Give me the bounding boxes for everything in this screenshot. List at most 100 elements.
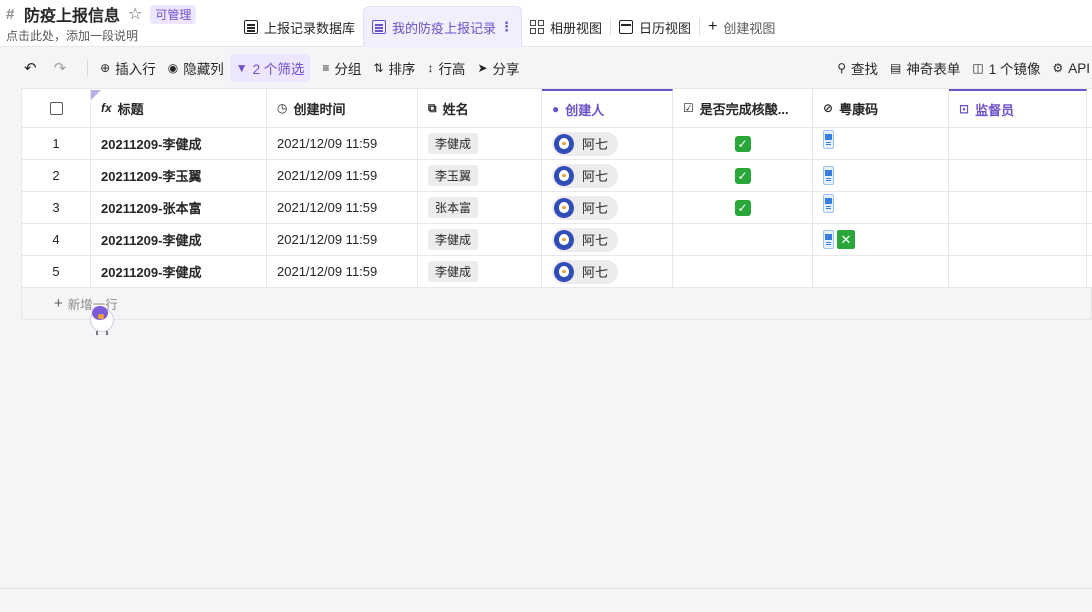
table-row[interactable]: 4 20211209-李健成 2021/12/09 11:59 李健成 阿七 ✕ [21, 224, 1092, 256]
check-icon[interactable]: ✓ [734, 167, 751, 184]
table-row[interactable]: 3 20211209-张本富 2021/12/09 11:59 张本富 阿七 ✓ [21, 192, 1092, 224]
sort-button[interactable]: ⇅ 排序 [367, 54, 421, 82]
creator-cell[interactable]: 阿七 [542, 256, 673, 287]
tab-calendar[interactable]: 日历视图 [611, 9, 699, 45]
hide-columns-button[interactable]: ◉ 隐藏列 [162, 54, 230, 82]
supervisor-cell[interactable] [949, 128, 1087, 159]
supervisor-cell[interactable] [949, 256, 1087, 287]
image-thumbnail-icon[interactable] [823, 230, 834, 249]
user-chip[interactable]: 阿七 [552, 163, 619, 188]
name-cell[interactable]: 李健成 [418, 256, 542, 287]
title-cell[interactable]: 20211209-李健成 [91, 256, 267, 287]
supervisor-cell[interactable] [949, 192, 1087, 223]
supervisor-cell[interactable] [949, 224, 1087, 255]
description-text[interactable]: 点击此处，添加一段说明 [6, 27, 196, 44]
table-row[interactable]: 2 20211209-李玉翼 2021/12/09 11:59 李玉翼 阿七 ✓ [21, 160, 1092, 192]
tab-create-view[interactable]: + 创建视图 [700, 9, 783, 45]
name-cell[interactable]: 李玉翼 [418, 160, 542, 191]
done-cell[interactable] [673, 224, 813, 255]
name-cell[interactable]: 张本富 [418, 192, 542, 223]
find-button[interactable]: ⚲ 查找 [831, 54, 884, 82]
mirror-button[interactable]: ◫ 1 个镜像 [966, 54, 1046, 82]
calendar-icon [619, 20, 634, 34]
tab-my-records[interactable]: 我的防疫上报记录 ⋮ [363, 6, 523, 47]
done-cell[interactable]: ✓ [673, 192, 813, 223]
attachment-cell[interactable] [813, 256, 949, 287]
plus-icon: + [708, 18, 718, 35]
done-cell[interactable]: ✓ [673, 160, 813, 191]
avatar [554, 133, 574, 154]
creator-cell[interactable]: 阿七 [542, 192, 673, 223]
row-height-button[interactable]: ↕ 行高 [421, 54, 471, 82]
image-thumbnail-icon[interactable] [823, 130, 834, 149]
user-chip[interactable]: 阿七 [552, 259, 619, 284]
attachment-cell[interactable]: ✕ [813, 224, 949, 255]
image-thumbnail-icon[interactable] [823, 194, 834, 213]
more-vertical-icon[interactable]: ⋮ [500, 19, 513, 35]
created-time-cell[interactable]: 2021/12/09 11:59 [267, 224, 418, 255]
table-row[interactable]: 5 20211209-李健成 2021/12/09 11:59 李健成 阿七 [21, 256, 1092, 288]
star-icon[interactable]: ☆ [128, 4, 142, 24]
select-all-checkbox[interactable] [49, 101, 63, 115]
check-icon[interactable]: ✓ [734, 199, 751, 216]
filter-button[interactable]: ▼ 2 个筛选 [229, 54, 311, 82]
creator-cell[interactable]: 阿七 [542, 224, 673, 255]
undo-button[interactable]: ↶ [18, 54, 48, 82]
tab-database[interactable]: 上报记录数据库 [236, 9, 363, 45]
column-header-supervisor[interactable]: ⊡ 监督员 [949, 89, 1087, 127]
name-tag[interactable]: 李玉翼 [428, 165, 479, 186]
created-time-cell[interactable]: 2021/12/09 11:59 [267, 128, 418, 159]
user-chip[interactable]: 阿七 [552, 195, 619, 220]
header-row: fx 标题 ◷ 创建时间 ⧉ 姓名 ● 创建人 ☑ 是否完成核酸... ⊘ 粤康码 ⊡ 监督员 [21, 88, 1092, 128]
name-tag[interactable]: 李健成 [428, 133, 479, 154]
attachment-cell[interactable] [813, 128, 949, 159]
page-title[interactable]: 防疫上报信息 [24, 2, 120, 26]
gallery-icon [530, 20, 545, 34]
user-chip[interactable]: 阿七 [552, 227, 619, 252]
attachment-cell[interactable] [813, 160, 949, 191]
supervisor-cell[interactable] [949, 160, 1087, 191]
mirror-label: 1 个镜像 [988, 62, 1041, 77]
created-time-cell[interactable]: 2021/12/09 11:59 [267, 192, 418, 223]
add-row-button[interactable]: + 新增一行 [21, 288, 1092, 320]
user-chip[interactable]: 阿七 [552, 131, 619, 156]
column-header-health-code[interactable]: ⊘ 粤康码 [813, 89, 949, 127]
row-height-icon: ↕ [427, 61, 434, 75]
redo-button[interactable]: ↷ [48, 54, 78, 82]
name-tag[interactable]: 李健成 [428, 229, 479, 250]
table-row[interactable]: 1 20211209-李健成 2021/12/09 11:59 李健成 阿七 ✓ [21, 128, 1092, 160]
sort-icon: ⇅ [373, 61, 384, 75]
title-cell[interactable]: 20211209-李健成 [91, 224, 267, 255]
sort-label: 排序 [388, 62, 416, 77]
done-cell[interactable]: ✓ [673, 128, 813, 159]
column-header-creator[interactable]: ● 创建人 [542, 89, 673, 127]
column-header-created-time[interactable]: ◷ 创建时间 [267, 89, 418, 127]
title-cell[interactable]: 20211209-张本富 [91, 192, 267, 223]
tab-gallery[interactable]: 相册视图 [522, 9, 610, 45]
share-button[interactable]: ➤ 分享 [471, 54, 525, 82]
avatar [554, 261, 574, 282]
user-name: 阿七 [582, 265, 609, 280]
name-tag[interactable]: 张本富 [428, 197, 479, 218]
excel-file-icon[interactable]: ✕ [837, 230, 855, 249]
name-cell[interactable]: 李健成 [418, 224, 542, 255]
check-icon[interactable]: ✓ [734, 135, 751, 152]
attachment-cell[interactable] [813, 192, 949, 223]
api-button[interactable]: ⚙ API [1046, 54, 1092, 82]
name-cell[interactable]: 李健成 [418, 128, 542, 159]
title-cell[interactable]: 20211209-李健成 [91, 128, 267, 159]
insert-row-button[interactable]: ⊕ 插入行 [94, 54, 162, 82]
title-cell[interactable]: 20211209-李玉翼 [91, 160, 267, 191]
column-header-nucleic-done[interactable]: ☑ 是否完成核酸... [673, 89, 813, 127]
creator-cell[interactable]: 阿七 [542, 160, 673, 191]
done-cell[interactable] [673, 256, 813, 287]
created-time-cell[interactable]: 2021/12/09 11:59 [267, 160, 418, 191]
name-tag[interactable]: 李健成 [428, 261, 479, 282]
creator-cell[interactable]: 阿七 [542, 128, 673, 159]
column-header-name[interactable]: ⧉ 姓名 [418, 89, 542, 127]
created-time-cell[interactable]: 2021/12/09 11:59 [267, 256, 418, 287]
image-thumbnail-icon[interactable] [823, 166, 834, 185]
column-header-title[interactable]: fx 标题 [91, 89, 267, 127]
group-button[interactable]: ≡ 分组 [316, 54, 367, 82]
magic-form-button[interactable]: ▤ 神奇表单 [884, 54, 966, 82]
